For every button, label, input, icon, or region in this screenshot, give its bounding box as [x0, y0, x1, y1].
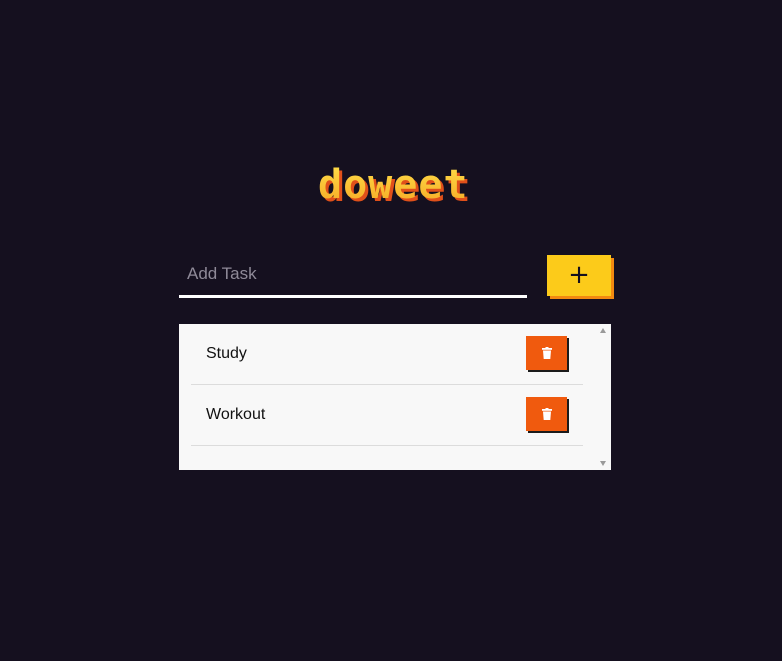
scroll-down-arrow-icon[interactable]: [600, 461, 606, 466]
task-row: Workout: [191, 385, 583, 446]
task-label: Workout: [206, 406, 266, 423]
app-root: doweet doweet + Study Workout: [0, 0, 782, 661]
task-list: Study Workout: [191, 324, 583, 446]
add-task-input[interactable]: [179, 252, 527, 295]
add-task-button[interactable]: +: [547, 255, 611, 296]
scroll-up-arrow-icon[interactable]: [600, 328, 606, 333]
task-list-panel: Study Workout: [179, 324, 611, 470]
task-input-container: [179, 252, 527, 298]
task-label: Study: [206, 345, 247, 362]
logo-text: doweet: [318, 162, 469, 208]
logo-graphic: doweet doweet: [318, 162, 471, 208]
task-row: Study: [191, 324, 583, 385]
delete-task-button[interactable]: [526, 397, 567, 431]
trash-icon: [541, 408, 552, 420]
trash-icon: [541, 347, 552, 359]
task-list-scrollbar[interactable]: [596, 324, 611, 470]
delete-task-button[interactable]: [526, 336, 567, 370]
app-logo: doweet doweet: [318, 158, 472, 208]
